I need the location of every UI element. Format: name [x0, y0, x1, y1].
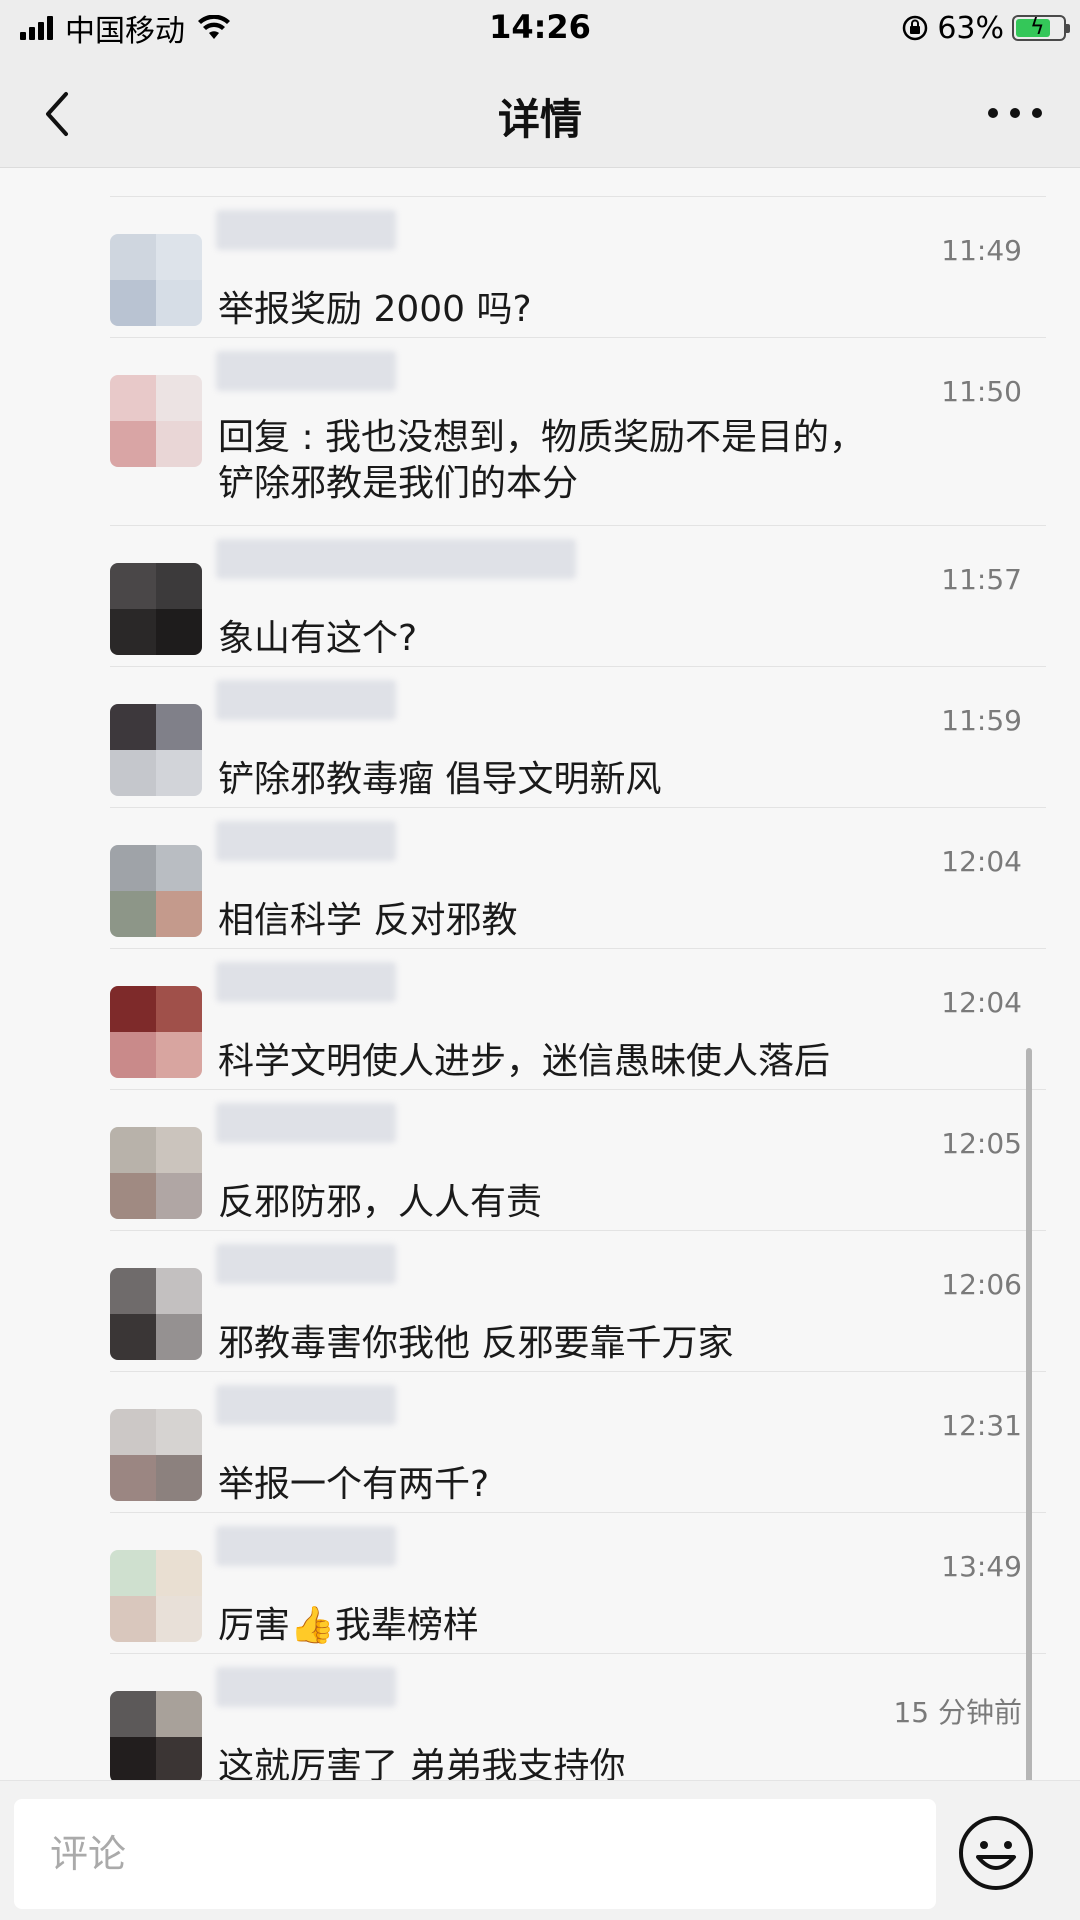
comment-time: 15 分钟前 — [893, 1696, 1022, 1729]
comment-time: 12:31 — [941, 1409, 1022, 1442]
list-item: 11:49 举报奖励 2000 吗? — [26, 196, 1046, 337]
page-title: 详情 — [497, 95, 582, 144]
comment-time: 13:49 — [941, 1550, 1022, 1583]
list-item: 15 分钟前 这就厉害了 弟弟我支持你 — [26, 1653, 1046, 1780]
divider — [110, 1653, 1046, 1654]
comment-time: 11:49 — [941, 234, 1022, 267]
comment-time: 11:59 — [941, 704, 1022, 737]
comment-time: 11:57 — [941, 563, 1022, 596]
comment-text: 邪教毒害你我他 反邪要靠千万家 — [218, 1323, 734, 1364]
username-blurred — [216, 1526, 396, 1566]
comment-input-bar — [0, 1780, 1080, 1920]
comment-input[interactable] — [14, 1799, 936, 1909]
list-item: 11:50 回复 : 我也没想到，物质奖励不是目的， 铲除邪教是我们的本分 — [26, 337, 1046, 525]
avatar[interactable] — [110, 1127, 202, 1219]
list-item: 11:59 铲除邪教毒瘤 倡导文明新风 — [26, 666, 1046, 807]
avatar[interactable] — [110, 1550, 202, 1642]
comment-text: 举报一个有两千? — [218, 1464, 490, 1505]
more-icon[interactable] — [980, 86, 1050, 136]
list-item: 12:05 反邪防邪，人人有责 — [26, 1089, 1046, 1230]
avatar[interactable] — [110, 1691, 202, 1780]
comment-time: 12:04 — [941, 845, 1022, 878]
comment-text-line: 铲除邪教是我们的本分 — [218, 463, 579, 504]
divider — [110, 1512, 1046, 1513]
list-item: 12:04 科学文明使人进步，迷信愚昧使人落后 — [26, 948, 1046, 1089]
avatar[interactable] — [110, 1409, 202, 1501]
comment-text: 这就厉害了 弟弟我支持你 — [218, 1746, 626, 1780]
list-item: 11:57 象山有这个? — [26, 525, 1046, 666]
divider — [110, 1089, 1046, 1090]
avatar[interactable] — [110, 704, 202, 796]
battery-icon: ϟ — [1012, 15, 1070, 41]
comment-text: 铲除邪教毒瘤 倡导文明新风 — [218, 759, 662, 800]
username-blurred — [216, 1244, 396, 1284]
username-blurred — [216, 351, 396, 391]
divider — [110, 525, 1046, 526]
comment-text: 厉害👍我辈榜样 — [218, 1605, 479, 1646]
rotation-lock-icon — [903, 15, 928, 41]
username-blurred — [216, 1103, 396, 1143]
list-item: 13:49 厉害👍我辈榜样 — [26, 1512, 1046, 1653]
list-item: 12:04 相信科学 反对邪教 — [26, 807, 1046, 948]
list-item: 12:06 邪教毒害你我他 反邪要靠千万家 — [26, 1230, 1046, 1371]
username-blurred — [216, 210, 396, 250]
comment-time: 12:06 — [941, 1268, 1022, 1301]
username-blurred — [216, 1667, 396, 1707]
username-blurred — [216, 962, 396, 1002]
status-bar: 中国移动 14:26 63% ϟ — [0, 0, 1080, 56]
avatar[interactable] — [110, 234, 202, 326]
divider — [110, 337, 1046, 338]
divider — [110, 948, 1046, 949]
comment-list[interactable]: 11:49 举报奖励 2000 吗? 11:50 回复 : 我也没想到，物质奖励… — [26, 168, 1046, 1780]
divider — [110, 1371, 1046, 1372]
comment-text-line: 回复 : 我也没想到，物质奖励不是目的， — [218, 417, 866, 458]
comment-text: 相信科学 反对邪教 — [218, 900, 518, 941]
comment-time: 12:04 — [941, 986, 1022, 1019]
battery-percent: 63% — [937, 10, 1004, 46]
status-right: 63% ϟ — [901, 8, 1070, 48]
divider — [110, 807, 1046, 808]
comment-time: 11:50 — [941, 375, 1022, 408]
list-item: 12:31 举报一个有两千? — [26, 1371, 1046, 1512]
avatar[interactable] — [110, 1268, 202, 1360]
avatar[interactable] — [110, 563, 202, 655]
divider — [110, 196, 1046, 197]
divider — [110, 1230, 1046, 1231]
divider — [110, 666, 1046, 667]
username-blurred — [216, 539, 576, 579]
comment-text: 反邪防邪，人人有责 — [218, 1182, 543, 1223]
comment-text: 象山有这个? — [218, 618, 418, 659]
comment-text: 科学文明使人进步，迷信愚昧使人落后 — [218, 1041, 831, 1082]
comment-text: 回复 : 我也没想到，物质奖励不是目的， 铲除邪教是我们的本分 — [218, 415, 865, 507]
username-blurred — [216, 1385, 396, 1425]
scrollbar[interactable] — [1026, 1048, 1032, 1780]
avatar[interactable] — [110, 375, 202, 467]
avatar[interactable] — [110, 845, 202, 937]
username-blurred — [216, 680, 396, 720]
comment-text: 举报奖励 2000 吗? — [218, 289, 532, 330]
comment-time: 12:05 — [941, 1127, 1022, 1160]
emoji-icon[interactable] — [956, 1813, 1036, 1893]
nav-bar: 详情 — [0, 56, 1080, 168]
username-blurred — [216, 821, 396, 861]
avatar[interactable] — [110, 986, 202, 1078]
